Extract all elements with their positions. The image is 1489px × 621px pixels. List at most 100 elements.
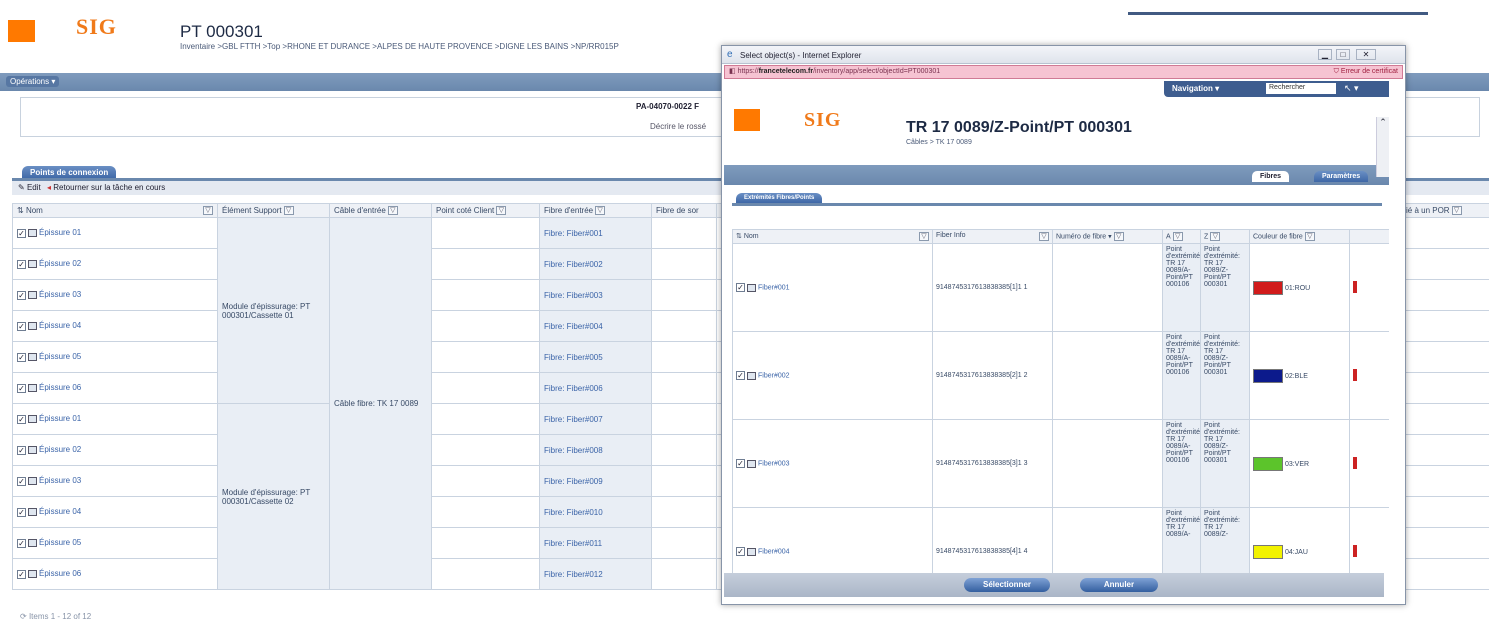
col-element-support[interactable]: Élément Support ▽ (217, 203, 330, 218)
fibre-entree-cell[interactable]: Fibre: Fiber#011 (539, 527, 652, 559)
fibre-entree-cell[interactable]: Fibre: Fiber#006 (539, 372, 652, 404)
filter-icon[interactable]: ▽ (1039, 232, 1049, 241)
z-point-cell[interactable]: Point d'extrémité: TR 17 0089/Z-Point/PT… (1200, 331, 1250, 420)
row-checkbox[interactable]: ✓ (17, 290, 26, 300)
row-checkbox[interactable]: ✓ (17, 259, 26, 269)
filter-icon[interactable]: ▽ (1304, 232, 1315, 241)
a-point-cell[interactable]: Point d'extrémité: TR 17 0089/A- (1162, 507, 1201, 581)
operations-menu[interactable]: Opérations ▾ (6, 76, 60, 87)
row-checkbox[interactable]: ✓ (17, 538, 26, 548)
cancel-button[interactable]: Annuler (1080, 578, 1158, 592)
filter-icon[interactable]: ▽ (283, 206, 294, 216)
row-name-link[interactable]: Épissure 04 (39, 507, 81, 516)
row-name-link[interactable]: Épissure 05 (39, 538, 81, 547)
fibre-row[interactable]: ✓ Fiber#001 9148745317613838385[1]1 1 Point… (732, 243, 1389, 332)
a-point-cell[interactable]: Point d'extrémité: TR 17 0089/A-Point/PT… (1162, 243, 1201, 332)
row-checkbox[interactable]: ✓ (736, 283, 745, 292)
filter-icon[interactable]: ▽ (595, 206, 606, 216)
z-point-cell[interactable]: Point d'extrémité: TR 17 0089/Z-Point/PT… (1200, 419, 1250, 508)
scroll-up-icon[interactable]: ⌃ (1377, 117, 1389, 128)
filter-icon[interactable]: ▽ (919, 232, 929, 241)
filter-icon[interactable]: ▽ (387, 206, 398, 216)
fibre-entree-cell[interactable]: Fibre: Fiber#003 (539, 279, 652, 311)
maximize-button[interactable]: □ (1336, 49, 1350, 60)
support-cell[interactable]: Module d'épissurage: PT 000301/Cassette … (217, 403, 330, 590)
row-name-link[interactable]: Épissure 05 (39, 352, 81, 361)
row-checkbox[interactable]: ✓ (17, 569, 26, 579)
filter-icon[interactable]: ▽ (1113, 232, 1124, 241)
row-name-link[interactable]: Épissure 03 (39, 290, 81, 299)
fibre-entree-cell[interactable]: Fibre: Fiber#009 (539, 465, 652, 497)
fibre-entree-cell[interactable]: Fibre: Fiber#007 (539, 403, 652, 435)
filter-icon[interactable]: ▽ (1172, 232, 1183, 241)
row-checkbox[interactable]: ✓ (17, 507, 26, 517)
edit-button[interactable]: ✎ Edit (18, 183, 41, 192)
row-checkbox[interactable]: ✓ (736, 459, 745, 468)
row-checkbox[interactable]: ✓ (17, 476, 26, 486)
filter-icon[interactable]: ▽ (496, 206, 507, 216)
popup-scrollbar[interactable]: ⌃ (1376, 117, 1389, 177)
row-name-link[interactable]: Épissure 02 (39, 259, 81, 268)
row-name-link[interactable]: Épissure 03 (39, 476, 81, 485)
row-checkbox[interactable]: ✓ (17, 228, 26, 238)
row-name-link[interactable]: Épissure 04 (39, 321, 81, 330)
address-bar[interactable]: ◧ https://francetelecom.fr/inventory/app… (724, 65, 1403, 79)
minimize-button[interactable]: ▁ (1318, 49, 1332, 60)
fibre-entree-cell[interactable]: Fibre: Fiber#002 (539, 248, 652, 280)
filter-icon[interactable]: ▽ (1210, 232, 1221, 241)
fibre-entree-cell[interactable]: Fibre: Fiber#005 (539, 341, 652, 373)
row-checkbox[interactable]: ✓ (17, 383, 26, 393)
filter-icon[interactable]: ▽ (1451, 206, 1462, 216)
breadcrumb[interactable]: Inventaire >GBL FTTH >Top >RHONE ET DURA… (180, 42, 725, 51)
row-checkbox[interactable]: ✓ (736, 547, 745, 556)
fibre-row[interactable]: ✓ Fiber#003 9148745317613838385[3]1 3 Point… (732, 419, 1389, 508)
row-name-link[interactable]: Épissure 06 (39, 383, 81, 392)
fibre-entree-cell[interactable]: Fibre: Fiber#012 (539, 558, 652, 590)
col-point-client[interactable]: Point coté Client ▽ (431, 203, 540, 218)
pcol-nom[interactable]: ⇅ Nom ▽ (732, 229, 933, 244)
row-checkbox[interactable]: ✓ (17, 445, 26, 455)
row-checkbox[interactable]: ✓ (736, 371, 745, 380)
popup-breadcrumb[interactable]: Câbles > TK 17 0089 (906, 139, 972, 146)
fibre-entree-cell[interactable]: Fibre: Fiber#010 (539, 496, 652, 528)
back-to-task-button[interactable]: ◂ Retourner sur la tâche en cours (47, 183, 165, 192)
fibre-entree-cell[interactable]: Fibre: Fiber#004 (539, 310, 652, 342)
fibre-row[interactable]: ✓ Fiber#004 9148745317613838385[4]1 4 Point… (732, 507, 1389, 581)
popup-search-input[interactable]: Rechercher (1266, 83, 1336, 94)
row-checkbox[interactable]: ✓ (17, 321, 26, 331)
row-checkbox[interactable]: ✓ (17, 352, 26, 362)
a-point-cell[interactable]: Point d'extrémité: TR 17 0089/A-Point/PT… (1162, 331, 1201, 420)
search-go-icon[interactable]: ↖ ▾ (1344, 83, 1359, 94)
col-cable-entree[interactable]: Câble d'entrée ▽ (329, 203, 432, 218)
tab-extremites[interactable]: Extrémités Fibres/Points (736, 193, 823, 203)
z-point-cell[interactable]: Point d'extrémité: TR 17 0089/Z-Point/PT… (1200, 243, 1250, 332)
fibre-row[interactable]: ✓ Fiber#002 9148745317613838385[2]1 2 Point… (732, 331, 1389, 420)
fibre-entree-cell[interactable]: Fibre: Fiber#001 (539, 217, 652, 249)
row-name-link[interactable]: Épissure 06 (39, 569, 81, 578)
filter-icon[interactable]: ▽ (203, 206, 213, 215)
col-fibre-entree[interactable]: Fibre d'entrée ▽ (539, 203, 652, 218)
pcol-a[interactable]: A ▽ (1162, 229, 1201, 244)
tab-parametres[interactable]: Paramètres (1314, 171, 1369, 182)
navigation-menu[interactable]: Navigation ▾ (1172, 84, 1219, 93)
row-name-link[interactable]: Épissure 02 (39, 445, 81, 454)
close-button[interactable]: ✕ (1356, 49, 1376, 60)
pcol-z[interactable]: Z ▽ (1200, 229, 1250, 244)
support-cell[interactable]: Module d'épissurage: PT 000301/Cassette … (217, 217, 330, 404)
select-button[interactable]: Sélectionner (964, 578, 1050, 592)
col-fibre-sortie[interactable]: Fibre de sor (651, 203, 717, 218)
pcol-numero[interactable]: Numéro de fibre ▾ ▽ (1052, 229, 1163, 244)
row-name-link[interactable]: Épissure 01 (39, 414, 81, 423)
a-point-cell[interactable]: Point d'extrémité: TR 17 0089/A-Point/PT… (1162, 419, 1201, 508)
pcol-fiber-info[interactable]: Fiber Info ▽ (932, 229, 1053, 244)
col-nom[interactable]: ⇅ Nom ▽ (12, 203, 218, 218)
row-checkbox[interactable]: ✓ (17, 414, 26, 424)
pcol-couleur[interactable]: Couleur de fibre ▽ (1249, 229, 1350, 244)
refresh-icon[interactable]: ⟳ (20, 612, 27, 621)
fibre-entree-cell[interactable]: Fibre: Fiber#008 (539, 434, 652, 466)
z-point-cell[interactable]: Point d'extrémité: TR 17 0089/Z- (1200, 507, 1250, 581)
row-name-link[interactable]: Épissure 01 (39, 228, 81, 237)
certificate-error[interactable]: ⛉ Erreur de certificat (1334, 66, 1398, 78)
tab-fibres[interactable]: Fibres (1252, 171, 1290, 182)
cable-entree-cell[interactable]: Câble fibre: TK 17 0089 (329, 217, 432, 590)
